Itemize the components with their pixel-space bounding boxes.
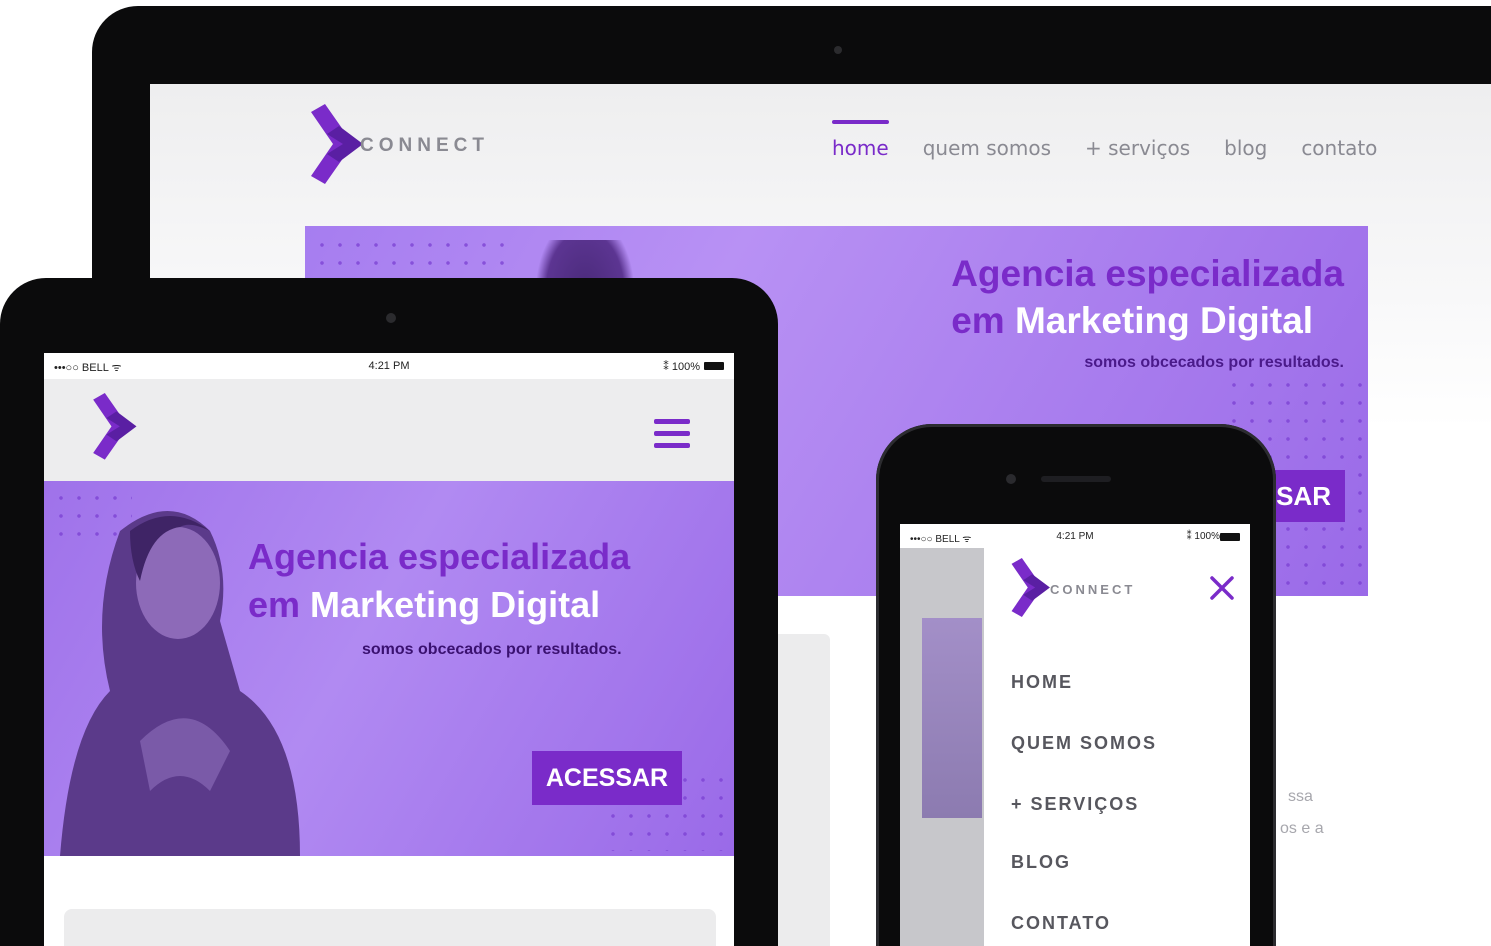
status-bar: •••○○ BELL ᯤ 4:21 PM ⁑ 100% (900, 524, 1250, 548)
brand-name: CONNECT (360, 135, 489, 156)
camera-icon (1006, 474, 1016, 484)
connect-logo-icon[interactable] (305, 104, 367, 188)
menu-item-contato[interactable]: CONTATO (1011, 913, 1111, 934)
menu-item-blog[interactable]: BLOG (1011, 852, 1071, 873)
battery-icon (704, 362, 724, 370)
tablet-device: •••○○ BELL ᯤ 4:21 PM ⁑ 100% Agencia espe… (0, 278, 778, 946)
nav-home[interactable]: home (832, 120, 889, 160)
acessar-button[interactable]: SAR (1265, 470, 1345, 522)
body-text: ssa (1288, 788, 1313, 805)
content-card (64, 909, 716, 946)
status-bar: •••○○ BELL ᯤ 4:21 PM ⁑ 100% (44, 353, 734, 379)
brand-name: CONNECT (1050, 582, 1136, 597)
tablet-screen: •••○○ BELL ᯤ 4:21 PM ⁑ 100% Agencia espe… (44, 353, 734, 946)
speaker-grille (1041, 476, 1111, 482)
tablet-header (44, 379, 734, 481)
hero-photo (922, 618, 982, 818)
camera-icon (834, 46, 842, 54)
connect-logo-icon[interactable] (88, 393, 140, 463)
camera-icon (386, 313, 396, 323)
tablet-hero: Agencia especializada em Marketing Digit… (44, 481, 734, 856)
menu-item-quem-somos[interactable]: QUEM SOMOS (1011, 733, 1157, 754)
dot-pattern (313, 236, 513, 276)
body-text: os e a (1280, 820, 1324, 837)
phone-device: •••○○ BELL ᯤ 4:21 PM ⁑ 100% CONNECT HOME… (876, 424, 1276, 946)
nav-servicos[interactable]: + serviços (1085, 136, 1190, 160)
battery-icon (1220, 533, 1240, 541)
nav-quem-somos[interactable]: quem somos (923, 136, 1051, 160)
hero-subtitle: somos obcecados por resultados. (362, 641, 622, 658)
hero-title: Agencia especializada em Marketing Digit… (951, 253, 1344, 341)
close-icon[interactable] (1208, 574, 1236, 602)
menu-item-home[interactable]: HOME (1011, 672, 1073, 693)
hero-title: Agencia especializada em Marketing Digit… (248, 536, 631, 625)
mobile-menu: CONNECT HOME QUEM SOMOS + SERVIÇOS BLOG … (984, 548, 1250, 946)
nav-blog[interactable]: blog (1224, 136, 1267, 160)
acessar-button[interactable]: ACESSAR (532, 751, 682, 805)
desktop-nav: home quem somos + serviços blog contato (832, 120, 1411, 160)
phone-screen: •••○○ BELL ᯤ 4:21 PM ⁑ 100% CONNECT HOME… (900, 524, 1250, 946)
menu-item-servicos[interactable]: + SERVIÇOS (1011, 794, 1139, 815)
hamburger-icon[interactable] (654, 419, 690, 449)
connect-logo-icon[interactable] (1006, 558, 1054, 620)
nav-contato[interactable]: contato (1301, 136, 1377, 160)
hero-subtitle: somos obcecados por resultados. (1084, 354, 1344, 371)
